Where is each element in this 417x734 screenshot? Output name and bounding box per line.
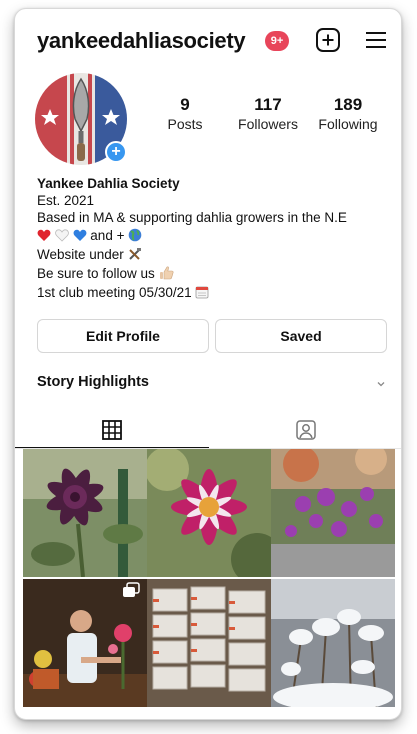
- tab-tagged[interactable]: [209, 407, 401, 449]
- following-label: Following: [318, 116, 378, 132]
- grid-icon: [102, 420, 122, 440]
- post-thumbnail[interactable]: [23, 579, 147, 707]
- followers-stat[interactable]: 117 Followers: [233, 95, 303, 133]
- notification-badge[interactable]: 9+: [265, 31, 289, 51]
- bio-line-text: Website under: [37, 246, 124, 262]
- tagged-person-icon: [296, 420, 316, 440]
- bio-line: and +: [37, 227, 397, 246]
- bio-line: 1st club meeting 05/30/21: [37, 284, 397, 303]
- hammer-wrench-icon: [128, 247, 142, 265]
- add-story-icon[interactable]: +: [105, 141, 127, 163]
- story-highlights-label[interactable]: Story Highlights: [37, 374, 149, 390]
- bio-line-text: and +: [90, 227, 125, 243]
- saved-button[interactable]: Saved: [215, 319, 387, 353]
- bio-line: Est. 2021: [37, 193, 95, 209]
- calendar-icon: [195, 285, 209, 303]
- bio-line-text: Be sure to follow us: [37, 266, 155, 282]
- posts-stat[interactable]: 9 Posts: [163, 95, 207, 133]
- profile-card: yankeedahliasociety 9+ + 9 Posts 117 Fol…: [14, 8, 402, 720]
- edit-profile-button[interactable]: Edit Profile: [37, 319, 209, 353]
- display-name: Yankee Dahlia Society: [37, 176, 180, 191]
- bio-line: Website under: [37, 246, 397, 265]
- post-thumbnail[interactable]: [271, 449, 395, 577]
- post-thumbnail[interactable]: [271, 579, 395, 707]
- chevron-down-icon[interactable]: [375, 377, 387, 389]
- followers-label: Followers: [238, 116, 298, 132]
- bio-line: Based in MA & supporting dahlia growers …: [37, 210, 347, 226]
- blue-heart-icon: [73, 229, 87, 246]
- plus-square-icon[interactable]: [315, 27, 341, 53]
- red-heart-icon: [37, 229, 51, 246]
- post-thumbnail[interactable]: [147, 579, 271, 707]
- following-stat[interactable]: 189 Following: [313, 95, 383, 133]
- followers-count: 117: [254, 95, 282, 114]
- bio-line-text: 1st club meeting 05/30/21: [37, 285, 192, 301]
- hamburger-menu-icon[interactable]: [363, 27, 389, 53]
- bio: Yankee Dahlia Society Est. 2021 Based in…: [37, 175, 397, 303]
- post-thumbnail[interactable]: [147, 449, 271, 577]
- bio-line: Be sure to follow us: [37, 265, 397, 284]
- username[interactable]: yankeedahliasociety: [37, 28, 246, 54]
- post-thumbnail[interactable]: [23, 449, 147, 577]
- posts-grid: [23, 449, 395, 707]
- profile-tabs: [15, 407, 401, 449]
- posts-label: Posts: [167, 116, 203, 132]
- globe-icon: [128, 228, 142, 246]
- following-count: 189: [333, 95, 363, 114]
- tab-grid[interactable]: [15, 407, 209, 449]
- profile-header: yankeedahliasociety 9+: [15, 9, 401, 69]
- posts-count: 9: [180, 95, 190, 114]
- thumbs-up-icon: [159, 266, 174, 284]
- white-heart-icon: [54, 229, 69, 246]
- avatar[interactable]: +: [35, 73, 127, 165]
